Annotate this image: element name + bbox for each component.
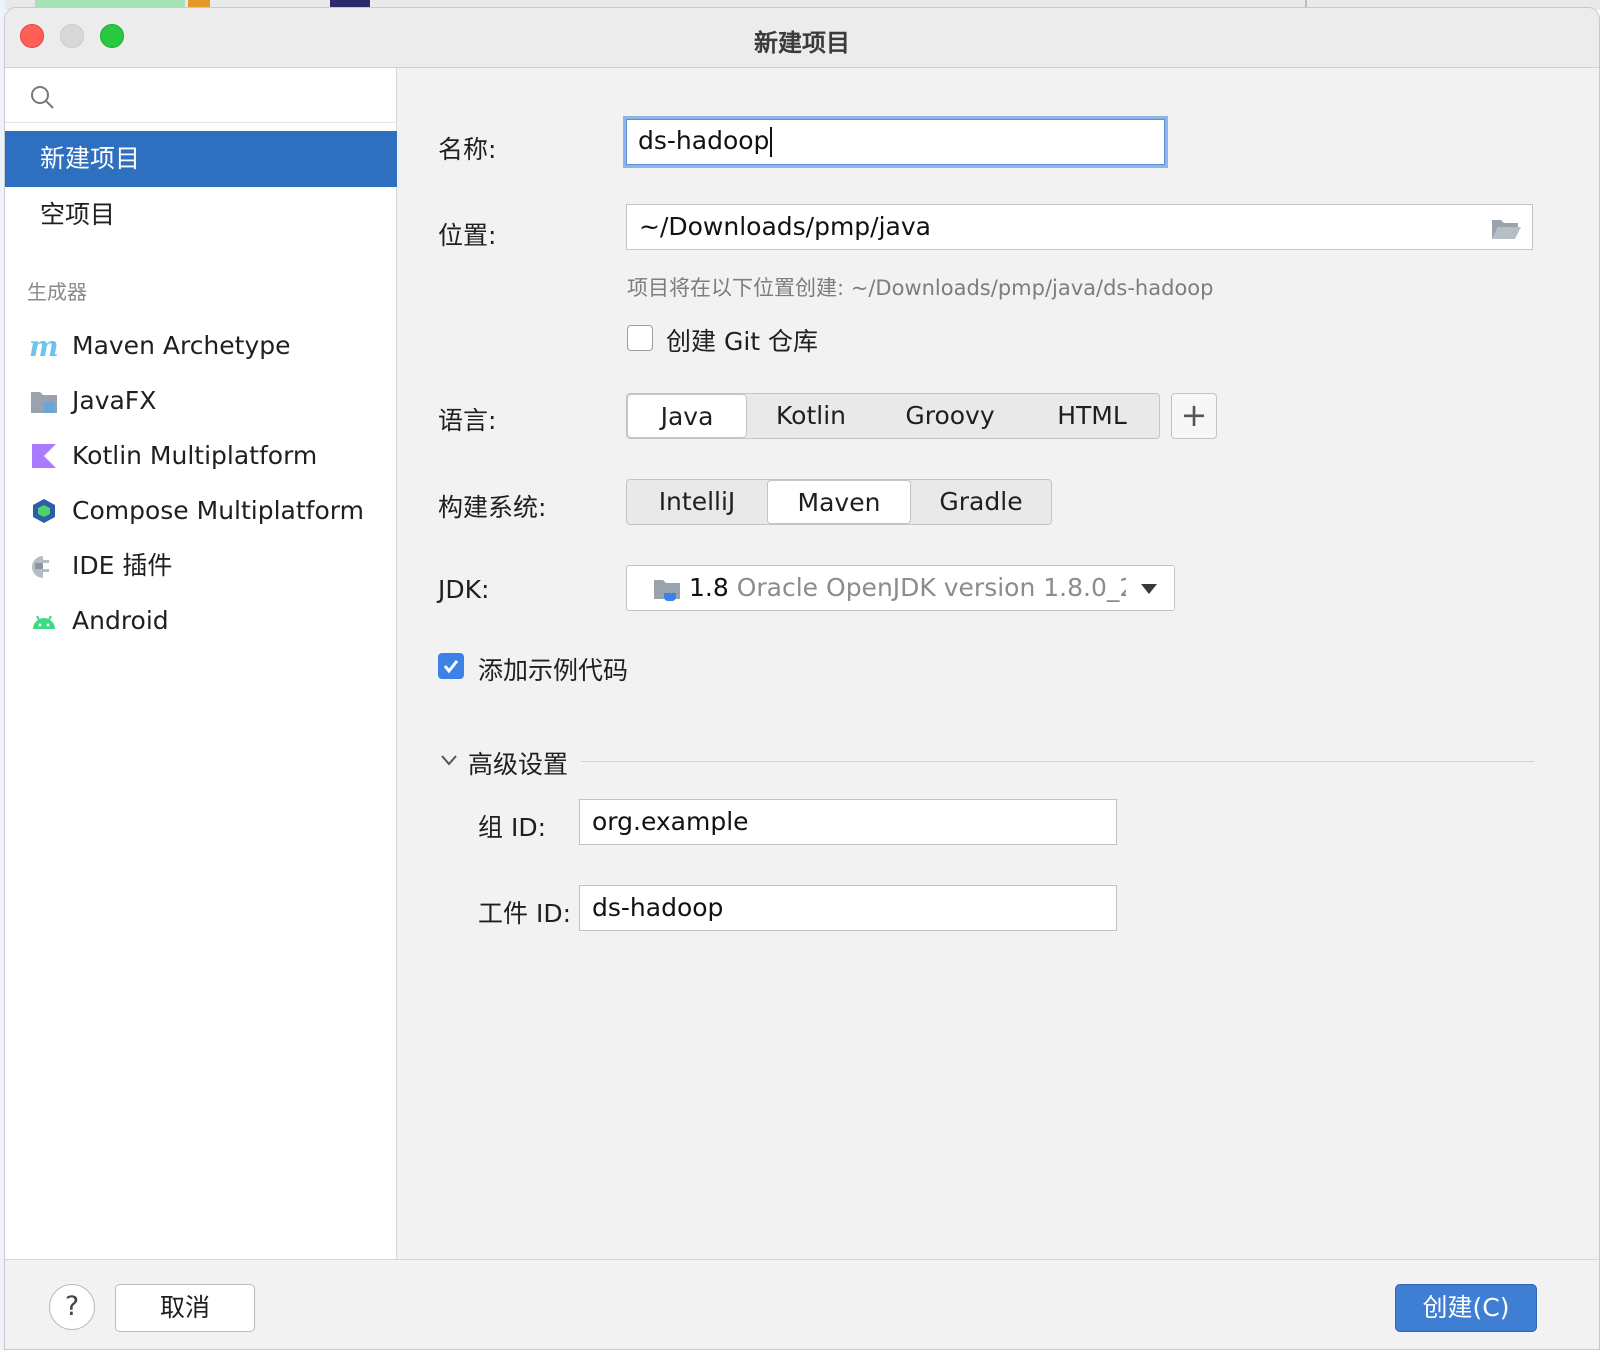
location-label: 位置:	[438, 221, 497, 250]
sidebar-item-empty-project[interactable]: 空项目	[5, 187, 397, 243]
compose-icon	[33, 499, 55, 523]
group-id-field[interactable]: org.example	[579, 799, 1117, 845]
jdk-folder-icon	[654, 580, 680, 601]
browse-folder-icon[interactable]	[1490, 215, 1522, 241]
add-sample-code-checkbox[interactable]	[438, 653, 464, 679]
language-selector: Java Kotlin Groovy HTML	[626, 393, 1160, 439]
generator-label: Android	[72, 606, 169, 635]
advanced-settings-toggle[interactable]: 高级设置	[468, 745, 568, 781]
name-field[interactable]: ds-hadoop	[623, 116, 1168, 168]
language-option-groovy[interactable]: Groovy	[875, 394, 1025, 438]
dialog-footer: ? 取消 创建(C)	[5, 1259, 1599, 1349]
generator-label: IDE 插件	[72, 551, 173, 580]
generator-compose-multiplatform[interactable]: Compose Multiplatform	[5, 486, 397, 536]
language-label: 语言:	[438, 406, 497, 435]
javafx-folder-icon	[31, 392, 57, 413]
generator-label: JavaFX	[72, 386, 157, 415]
new-project-dialog: 新建项目 新建项目 空项目 生成器 m Maven Archetype Java…	[4, 7, 1600, 1350]
language-option-html[interactable]: HTML	[1025, 394, 1159, 438]
generator-label: Compose Multiplatform	[72, 496, 364, 525]
jdk-description: Oracle OpenJDK version 1.8.0_2(	[736, 573, 1146, 602]
name-field-value: ds-hadoop	[638, 126, 770, 155]
generator-label: Maven Archetype	[72, 331, 291, 360]
build-system-label: 构建系统:	[438, 493, 547, 522]
generator-maven-archetype[interactable]: m Maven Archetype	[5, 321, 397, 371]
generator-kotlin-multiplatform[interactable]: Kotlin Multiplatform	[5, 431, 397, 481]
project-form: 名称: ds-hadoop 位置: ~/Downloads/pmp/java 项…	[398, 68, 1599, 1259]
jdk-version: 1.8	[689, 573, 729, 602]
location-field[interactable]: ~/Downloads/pmp/java	[626, 204, 1533, 250]
jdk-dropdown[interactable]: 1.8 Oracle OpenJDK version 1.8.0_2(	[626, 565, 1175, 611]
window-title: 新建项目	[754, 29, 850, 57]
sidebar: 新建项目 空项目 生成器 m Maven Archetype JavaFX Ko…	[5, 68, 397, 1259]
language-option-java[interactable]: Java	[627, 394, 747, 438]
build-option-intellij[interactable]: IntelliJ	[627, 480, 767, 524]
build-option-gradle[interactable]: Gradle	[911, 480, 1051, 524]
chevron-down-icon	[1141, 584, 1157, 594]
jdk-label: JDK:	[438, 575, 490, 604]
svg-text:m: m	[29, 332, 59, 360]
plus-icon: +	[1180, 396, 1208, 434]
cancel-button[interactable]: 取消	[115, 1284, 255, 1332]
checkmark-icon	[443, 660, 459, 674]
dropdown-arrow-area	[1126, 566, 1174, 610]
title-bar: 新建项目	[5, 8, 1599, 68]
add-language-button[interactable]: +	[1171, 393, 1217, 439]
sidebar-item-new-project[interactable]: 新建项目	[5, 131, 397, 187]
add-sample-code-label: 添加示例代码	[478, 656, 629, 685]
android-icon	[33, 615, 55, 629]
generator-javafx[interactable]: JavaFX	[5, 376, 397, 426]
search-icon	[31, 86, 54, 109]
create-git-repo-checkbox[interactable]	[627, 325, 653, 351]
jdk-text: 1.8 Oracle OpenJDK version 1.8.0_2(	[689, 566, 1145, 610]
sidebar-search[interactable]	[5, 68, 397, 123]
build-system-selector: IntelliJ Maven Gradle	[626, 479, 1052, 525]
group-id-label: 组 ID:	[478, 813, 546, 842]
generator-ide-plugin[interactable]: IDE 插件	[5, 541, 397, 591]
language-option-kotlin[interactable]: Kotlin	[747, 394, 875, 438]
generator-android[interactable]: Android	[5, 596, 397, 646]
generator-label: Kotlin Multiplatform	[72, 441, 318, 470]
chevron-down-icon[interactable]	[440, 754, 458, 766]
generators-heading: 生成器	[27, 280, 87, 304]
advanced-settings-divider	[581, 761, 1534, 762]
plugin-icon	[32, 556, 49, 578]
create-git-repo-label: 创建 Git 仓库	[666, 327, 819, 356]
help-button[interactable]: ?	[49, 1284, 95, 1330]
kotlin-icon	[32, 444, 56, 468]
artifact-id-field[interactable]: ds-hadoop	[579, 885, 1117, 931]
name-label: 名称:	[438, 135, 497, 164]
build-option-maven[interactable]: Maven	[767, 480, 911, 524]
location-hint: 项目将在以下位置创建: ~/Downloads/pmp/java/ds-hado…	[627, 276, 1214, 300]
create-button[interactable]: 创建(C)	[1395, 1284, 1537, 1332]
text-caret	[770, 127, 773, 157]
maven-icon: m	[29, 332, 59, 360]
location-field-value: ~/Downloads/pmp/java	[639, 212, 931, 241]
artifact-id-label: 工件 ID:	[478, 899, 571, 928]
